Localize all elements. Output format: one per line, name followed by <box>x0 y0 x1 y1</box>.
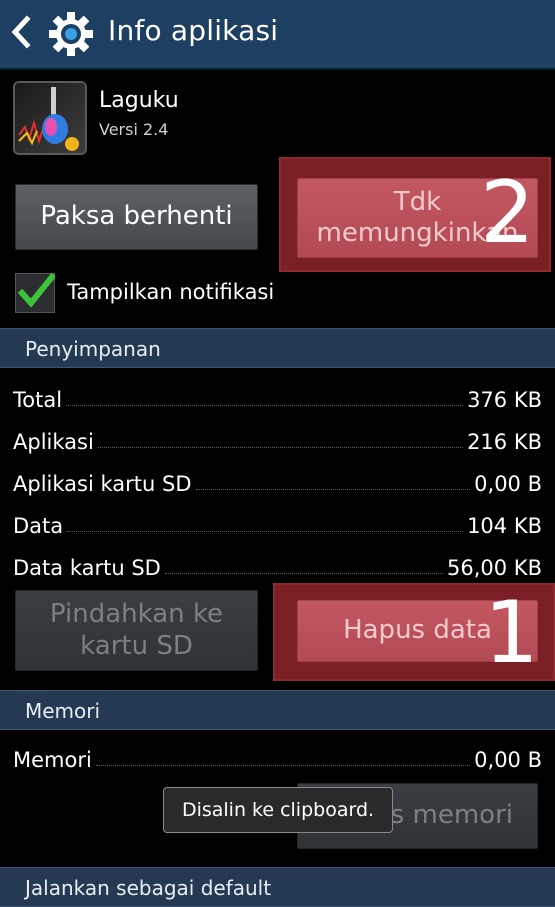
dotted-leader <box>67 531 464 532</box>
move-to-sd-button[interactable]: Pindahkan ke kartu SD <box>15 590 258 671</box>
storage-row-label: Data kartu SD <box>13 556 161 580</box>
dotted-leader <box>164 573 444 574</box>
page-title: Info aplikasi <box>108 14 279 47</box>
storage-row-label: Total <box>13 388 63 412</box>
show-notifications-checkbox[interactable] <box>15 273 55 313</box>
memory-row-label: Memori <box>13 748 92 772</box>
storage-row-label: Data <box>13 514 64 538</box>
action-bar: Info aplikasi <box>0 0 555 70</box>
app-name: Laguku <box>99 88 179 113</box>
storage-row-label: Aplikasi kartu SD <box>13 472 192 496</box>
section-title-launch-default: Jalankan sebagai default <box>25 876 272 900</box>
toast-message: Disalin ke clipboard. <box>163 787 393 833</box>
annotation-number-2: 2 <box>480 163 535 263</box>
storage-row-value: 216 KB <box>467 430 542 454</box>
storage-row-app: Aplikasi 216 KB <box>13 424 542 454</box>
app-version: Versi 2.4 <box>99 120 169 139</box>
storage-row-total: Total 376 KB <box>13 382 542 412</box>
settings-gear-icon <box>46 10 96 58</box>
storage-row-value: 376 KB <box>467 388 542 412</box>
storage-row-data-sd: Data kartu SD 56,00 KB <box>13 550 542 580</box>
show-notifications-label: Tampilkan notifikasi <box>67 280 275 304</box>
storage-row-data: Data 104 KB <box>13 508 542 538</box>
storage-row-label: Aplikasi <box>13 430 94 454</box>
force-stop-button[interactable]: Paksa berhenti <box>15 184 258 250</box>
back-arrow-icon[interactable] <box>10 14 32 50</box>
disable-button-label-line1: Tdk <box>393 186 442 217</box>
app-icon <box>13 81 87 155</box>
annotation-number-1: 1 <box>484 583 539 683</box>
dotted-leader <box>95 765 471 766</box>
storage-row-value: 104 KB <box>467 514 542 538</box>
section-header-launch-default: Jalankan sebagai default <box>0 867 555 907</box>
section-header-memory: Memori <box>0 690 555 730</box>
dotted-leader <box>195 489 471 490</box>
dotted-leader <box>97 447 464 448</box>
section-title-memory: Memori <box>25 699 101 723</box>
storage-row-app-sd: Aplikasi kartu SD 0,00 B <box>13 466 542 496</box>
section-header-storage: Penyimpanan <box>0 328 555 368</box>
memory-row: Memori 0,00 B <box>13 742 542 772</box>
section-title-storage: Penyimpanan <box>25 337 161 361</box>
storage-row-value: 0,00 B <box>474 472 542 496</box>
memory-row-value: 0,00 B <box>474 748 542 772</box>
dotted-leader <box>66 405 464 406</box>
storage-row-value: 56,00 KB <box>447 556 542 580</box>
move-to-sd-label-line2: kartu SD <box>80 630 193 661</box>
move-to-sd-label-line1: Pindahkan ke <box>49 599 224 630</box>
